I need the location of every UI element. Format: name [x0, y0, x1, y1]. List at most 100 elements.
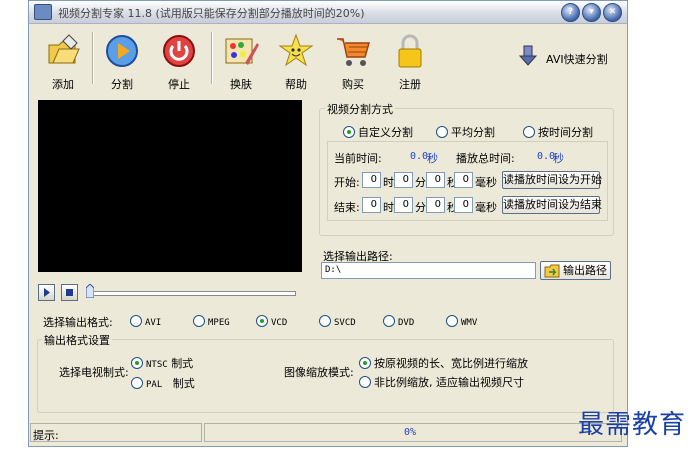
- average-split-label: 平均分割: [451, 126, 495, 139]
- set-end-button[interactable]: 读播放时间设为结束: [502, 196, 602, 214]
- radio-indicator: [256, 315, 268, 327]
- padlock-icon: [398, 34, 422, 68]
- play-icon: [44, 288, 50, 297]
- folder-arrow-icon: [544, 264, 560, 278]
- format-dvd-label: DVD: [398, 318, 415, 328]
- tv-pal-suffix: 制式: [172, 377, 195, 390]
- format-vcd-label: VCD: [271, 318, 288, 328]
- set-start-button[interactable]: 读播放时间设为开始: [502, 171, 602, 189]
- toolbar-split-label: 分割: [111, 78, 133, 91]
- toolbar-add-label: 添加: [52, 78, 74, 91]
- radio-indicator: [359, 376, 371, 388]
- scale-stretch-radio[interactable]: 非比例缩放, 适应输出视频尺寸: [359, 374, 524, 390]
- toolbar-stop-label: 停止: [168, 78, 190, 91]
- stop-button[interactable]: [61, 284, 78, 301]
- toolbar-register-label: 注册: [399, 78, 421, 91]
- minute-unit: 分: [415, 176, 426, 189]
- close-button[interactable]: ✕: [603, 3, 622, 22]
- format-mpeg-label: MPEG: [208, 318, 230, 328]
- toolbar-split-button[interactable]: 分割: [95, 31, 149, 91]
- minimize-button[interactable]: ▾: [582, 3, 601, 22]
- end-minute-input[interactable]: 0: [394, 197, 413, 213]
- radio-indicator: [343, 126, 355, 138]
- radio-indicator: [359, 357, 371, 369]
- start-hour-input[interactable]: 0: [362, 172, 381, 188]
- format-wmv-radio[interactable]: WMV: [446, 315, 477, 328]
- format-dvd-radio[interactable]: DVD: [383, 315, 414, 328]
- start-ms-input[interactable]: 0: [454, 172, 473, 188]
- radio-average-split[interactable]: 平均分割: [436, 124, 495, 140]
- output-format-label: 选择输出格式:: [43, 316, 113, 329]
- start-minute-input[interactable]: 0: [394, 172, 413, 188]
- video-preview: [38, 100, 302, 272]
- time-split-label: 按时间分割: [538, 126, 593, 139]
- tv-pal-radio[interactable]: PAL 制式: [131, 375, 195, 391]
- play-button[interactable]: [38, 284, 55, 301]
- scale-proportional-radio[interactable]: 按原视频的长、宽比例进行缩放: [359, 355, 528, 371]
- ms-unit: 毫秒: [475, 201, 497, 214]
- toolbar-stop-button[interactable]: 停止: [152, 31, 206, 91]
- play-split-icon: [106, 35, 138, 67]
- output-path-input[interactable]: D:\: [321, 262, 536, 279]
- end-second-input[interactable]: 0: [426, 197, 445, 213]
- toolbar-separator: [92, 32, 94, 84]
- format-avi-label: AVI: [145, 318, 162, 328]
- custom-split-label: 自定义分割: [358, 126, 413, 139]
- end-ms-input[interactable]: 0: [454, 197, 473, 213]
- tv-system-label: 选择电视制式:: [59, 366, 129, 379]
- radio-indicator: [130, 315, 142, 327]
- radio-indicator: [383, 315, 395, 327]
- format-svcd-label: SVCD: [334, 318, 356, 328]
- radio-custom-split[interactable]: 自定义分割: [343, 124, 413, 140]
- watermark-text: 最需教育: [578, 410, 687, 440]
- tv-pal-code: PAL: [146, 380, 163, 390]
- scale-mode-label: 图像缩放模式:: [284, 366, 354, 379]
- current-time-value: 0.0: [410, 151, 429, 162]
- stop-icon: [66, 289, 73, 296]
- format-svcd-radio[interactable]: SVCD: [319, 315, 356, 328]
- scale-proportional-label: 按原视频的长、宽比例进行缩放: [374, 357, 528, 370]
- folder-add-icon: [48, 34, 80, 64]
- radio-indicator: [131, 377, 143, 389]
- avi-fast-split-button[interactable]: AVI快速分割: [518, 45, 618, 69]
- smiley-star-icon: [278, 33, 314, 67]
- start-second-input[interactable]: 0: [426, 172, 445, 188]
- radio-time-split[interactable]: 按时间分割: [523, 124, 593, 140]
- tv-ntsc-radio[interactable]: NTSC 制式: [131, 355, 193, 371]
- toolbar-add-button[interactable]: 添加: [36, 31, 90, 91]
- toolbar-help-button[interactable]: 帮助: [269, 31, 323, 91]
- format-avi-radio[interactable]: AVI: [130, 315, 161, 328]
- toolbar-register-button[interactable]: 注册: [383, 31, 437, 91]
- status-hint-label: 提示:: [33, 429, 59, 442]
- shopping-cart-icon: [337, 38, 370, 66]
- seek-thumb[interactable]: [85, 283, 95, 299]
- format-mpeg-radio[interactable]: MPEG: [193, 315, 230, 328]
- seek-track[interactable]: [88, 291, 296, 296]
- total-time-label: 播放总时间:: [456, 152, 515, 165]
- hour-unit: 时: [383, 176, 394, 189]
- toolbar-buy-button[interactable]: 购买: [326, 31, 380, 91]
- radio-indicator: [131, 357, 143, 369]
- help-window-button[interactable]: ?: [561, 3, 580, 22]
- toolbar-skin-button[interactable]: 换肤: [214, 31, 268, 91]
- toolbar-skin-label: 换肤: [230, 78, 252, 91]
- output-settings-title: 输出格式设置: [42, 332, 112, 348]
- radio-indicator: [446, 315, 458, 327]
- radio-indicator: [193, 315, 205, 327]
- toolbar-buy-label: 购买: [342, 78, 364, 91]
- current-time-label: 当前时间:: [334, 152, 382, 165]
- start-label: 开始:: [334, 176, 360, 189]
- ms-unit: 毫秒: [475, 176, 497, 189]
- radio-indicator: [436, 126, 448, 138]
- end-hour-input[interactable]: 0: [362, 197, 381, 213]
- hour-unit: 时: [383, 201, 394, 214]
- tv-ntsc-code: NTSC: [146, 360, 168, 370]
- radio-indicator: [523, 126, 535, 138]
- window-title: 视频分割专家 11.8 (试用版只能保存分割部分播放时间的20%): [58, 7, 365, 20]
- total-time-unit: 秒: [553, 152, 564, 165]
- download-arrow-icon: [518, 45, 538, 66]
- format-vcd-radio[interactable]: VCD: [256, 315, 287, 328]
- current-time-unit: 秒: [427, 152, 438, 165]
- output-path-button[interactable]: 输出路径: [540, 261, 611, 280]
- scale-stretch-label: 非比例缩放, 适应输出视频尺寸: [374, 376, 524, 389]
